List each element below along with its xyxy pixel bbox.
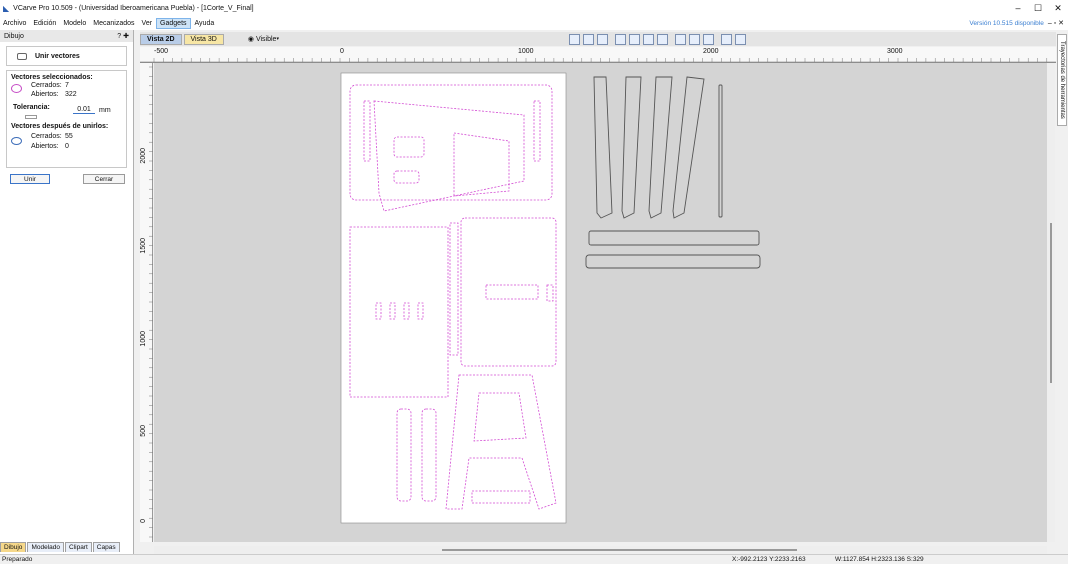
layout-icon[interactable] — [734, 33, 746, 45]
menu-gadgets[interactable]: Gadgets — [156, 17, 191, 29]
scroll-thumb[interactable] — [442, 549, 797, 551]
tool-name: Unir vectores — [35, 52, 80, 60]
minimize-icon[interactable]: – — [1008, 3, 1028, 13]
status-bar: Preparado X:-992.2123 Y:2233.2163 W:1127… — [0, 554, 1068, 564]
ruler-tick-label: 500 — [140, 425, 147, 437]
after-open-label: Abiertos: — [31, 143, 59, 150]
join-options-card: Vectores seleccionados: Cerrados: 7 Abie… — [6, 70, 127, 168]
part-leg-3 — [648, 76, 673, 219]
panel-title: Dibujo — [4, 32, 24, 40]
gray-parts — [585, 76, 761, 269]
app-icon: ◣ — [3, 3, 10, 13]
menu-bar: Archivo Edición Modelo Mecanizados Ver G… — [0, 16, 1068, 30]
join-button[interactable]: Unir — [10, 174, 50, 184]
window-title: VCarve Pro 10.509 - (Universidad Iberoam… — [13, 4, 254, 12]
ruler-tick-label: 2000 — [140, 148, 147, 164]
after-heading: Vectores después de unirlos: — [11, 123, 109, 130]
close-icon[interactable]: ✕ — [1048, 3, 1068, 14]
ruler-tick-label: 1000 — [518, 48, 534, 55]
eye-icon: ◉ — [247, 36, 254, 43]
toolpaths-tab[interactable]: Trayectorias de herramientas — [1057, 34, 1067, 126]
scroll-thumb[interactable] — [1050, 223, 1052, 383]
version-notice-link[interactable]: Versión 10.515 disponible — [969, 20, 1043, 27]
chevron-down-icon[interactable]: ▾ — [276, 36, 279, 42]
closed-vectors-icon — [11, 137, 22, 145]
drawing-panel: Dibujo ? ✚ Unir vectores Vectores selecc… — [0, 30, 134, 554]
tab-vista-3d[interactable]: Vista 3D — [183, 33, 224, 45]
zoom-box-icon[interactable] — [628, 33, 640, 45]
ruler-tick-label: 0 — [140, 519, 147, 523]
split-view-icon[interactable] — [720, 33, 732, 45]
vertical-ruler: 2000 1500 1000 500 0 — [140, 63, 153, 542]
close-button[interactable]: Cerrar — [83, 174, 125, 184]
ruler-tick-label: 0 — [340, 48, 344, 55]
title-bar: ◣ VCarve Pro 10.509 - (Universidad Ibero… — [0, 0, 1068, 16]
part-leg-1 — [593, 76, 613, 219]
grid-icon[interactable] — [596, 33, 608, 45]
menu-ver[interactable]: Ver — [139, 19, 156, 28]
tab-modelado[interactable]: Modelado — [27, 542, 64, 552]
tab-capas[interactable]: Capas — [92, 542, 120, 552]
selection-dims: W:1127.854 H:2323.136 S:329 — [835, 556, 924, 563]
pan-icon[interactable] — [614, 33, 626, 45]
vertical-scrollbar[interactable] — [1047, 63, 1055, 542]
node-edit-icon[interactable] — [688, 33, 700, 45]
zoom-extents-icon[interactable] — [568, 33, 580, 45]
ruler-tick-label: 1000 — [140, 331, 147, 347]
mdi-controls-icon[interactable]: – ▫ ✕ — [1048, 19, 1064, 27]
maximize-icon[interactable]: ☐ — [1028, 3, 1048, 14]
after-closed-label: Cerrados: — [31, 133, 62, 140]
tolerance-input[interactable]: 0.01 — [73, 106, 95, 114]
toolpath-preview-icon[interactable] — [702, 33, 714, 45]
part-leg-4 — [672, 76, 705, 219]
open-vectors-icon — [11, 84, 22, 93]
closed-label: Cerrados: — [31, 82, 62, 89]
material-sheet — [340, 72, 567, 524]
horizontal-scrollbar[interactable] — [154, 546, 1047, 554]
drawing-canvas[interactable] — [154, 63, 1047, 542]
join-vectors-icon — [17, 52, 27, 60]
tolerance-unit: mm — [99, 107, 111, 114]
after-closed-value: 55 — [65, 133, 73, 140]
closed-value: 7 — [65, 82, 69, 89]
tool-title-card: Unir vectores — [6, 46, 127, 66]
cursor-coords: X:-992.2123 Y:2233.2163 — [732, 556, 806, 563]
visible-dropdown[interactable]: Visible — [256, 36, 277, 43]
menu-ayuda[interactable]: Ayuda — [192, 19, 218, 28]
view-toolbar: Vista 2D Vista 3D ◉ Visible ▾ — [140, 32, 1056, 46]
tab-vista-2d[interactable]: Vista 2D — [140, 33, 182, 45]
open-label: Abiertos: — [31, 91, 59, 98]
bottom-tabs: Dibujo Modelado Clipart Capas — [0, 540, 134, 552]
tolerance-slider[interactable] — [25, 115, 37, 119]
part-leg-2 — [621, 76, 642, 219]
ruler-tick-label: 2000 — [703, 48, 719, 55]
menu-mecanizados[interactable]: Mecanizados — [90, 19, 137, 28]
horizontal-ruler: -500 0 1000 2000 3000 — [140, 47, 1056, 63]
tolerance-label: Tolerancia: — [13, 104, 50, 111]
zoom-material-icon[interactable] — [582, 33, 594, 45]
tab-clipart[interactable]: Clipart — [65, 542, 92, 552]
selected-heading: Vectores seleccionados: — [11, 74, 93, 81]
ruler-tick-label: 1500 — [140, 238, 147, 254]
part-rail-1 — [588, 230, 760, 246]
zoom-in-icon[interactable] — [642, 33, 654, 45]
menu-archivo[interactable]: Archivo — [0, 19, 29, 28]
panel-help-icon[interactable]: ? ✚ — [117, 32, 129, 40]
zoom-out-icon[interactable] — [656, 33, 668, 45]
after-open-value: 0 — [65, 143, 69, 150]
ruler-tick-label: -500 — [154, 48, 169, 55]
part-rod — [718, 84, 723, 218]
snap-icon[interactable] — [674, 33, 686, 45]
menu-modelo[interactable]: Modelo — [60, 19, 89, 28]
status-text: Preparado — [2, 556, 33, 563]
part-rail-2 — [585, 254, 761, 269]
tab-dibujo[interactable]: Dibujo — [0, 542, 27, 552]
open-value: 322 — [65, 91, 77, 98]
ruler-tick-label: 3000 — [887, 48, 903, 55]
menu-edicion[interactable]: Edición — [30, 19, 59, 28]
panel-header: Dibujo ? ✚ — [0, 30, 133, 42]
